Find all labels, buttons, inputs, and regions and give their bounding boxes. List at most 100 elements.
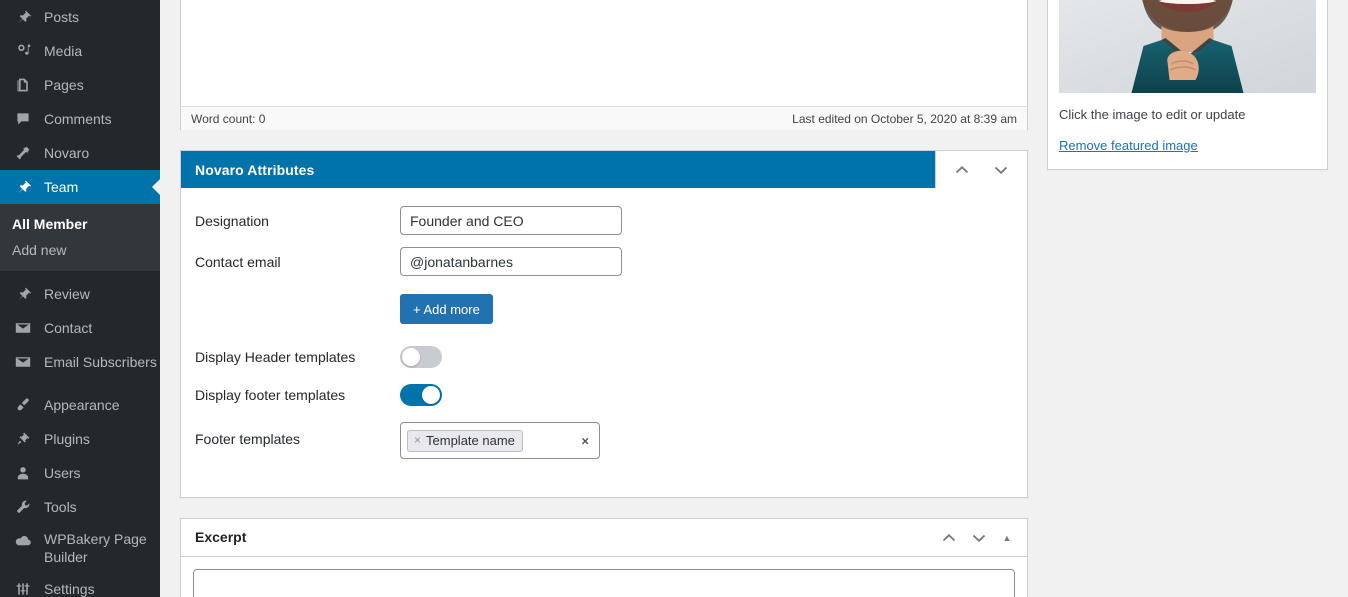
novaro-panel-body: Designation Contact email + Add more Dis… <box>181 188 1027 497</box>
pin-icon <box>12 7 34 27</box>
sidebar-item-media[interactable]: Media <box>0 34 160 68</box>
editor-status-bar: Word count: 0 Last edited on October 5, … <box>181 106 1027 130</box>
submenu-item-label: All Member <box>12 216 88 232</box>
designation-input[interactable] <box>400 206 622 235</box>
last-edited-label: Last edited on October 5, 2020 at 8:39 a… <box>792 111 1017 126</box>
contact-email-input[interactable] <box>400 247 622 276</box>
display-footer-templates-toggle[interactable] <box>400 384 442 406</box>
submenu-item-label: Add new <box>12 242 67 258</box>
media-icon <box>12 41 34 61</box>
sidebar-item-team[interactable]: Team <box>0 170 160 204</box>
admin-sidebar-menu: Posts Media Pages Comments Novaro Team A… <box>0 0 160 597</box>
excerpt-panel-header: Excerpt ▲ <box>181 519 1027 557</box>
featured-image-panel: Click the image to edit or update Remove… <box>1047 0 1328 170</box>
display-header-templates-row: Display Header templates <box>195 346 1013 368</box>
sidebar-item-label: WPBakery Page Builder <box>44 531 147 566</box>
pin-icon <box>12 284 34 304</box>
sidebar-item-label: Pages <box>44 76 84 93</box>
display-footer-templates-label: Display footer templates <box>195 387 346 403</box>
excerpt-textarea[interactable] <box>193 569 1015 597</box>
footer-templates-row: Footer templates × Template name × <box>195 422 1013 459</box>
comment-icon <box>12 109 34 129</box>
add-more-row: + Add more <box>195 294 1013 324</box>
pin-icon <box>12 177 34 197</box>
sidebar-item-label: Settings <box>44 580 95 597</box>
footer-template-tag-label: Template name <box>426 432 515 448</box>
sidebar-item-review[interactable]: Review <box>0 277 160 311</box>
chevron-down-icon[interactable] <box>991 160 1011 180</box>
novaro-panel-header: Novaro Attributes <box>181 151 1027 188</box>
sidebar-item-label: Tools <box>44 498 77 515</box>
post-editor-box: Word count: 0 Last edited on October 5, … <box>180 0 1028 130</box>
submenu-item-all-member[interactable]: All Member <box>0 211 160 237</box>
footer-template-tag[interactable]: × Template name <box>407 429 523 452</box>
excerpt-panel: Excerpt ▲ Excerpts are opti <box>180 518 1028 597</box>
sidebar-item-label: Comments <box>44 110 112 127</box>
excerpt-panel-controls: ▲ <box>939 528 1015 548</box>
contact-email-field-row: Contact email <box>195 247 1013 276</box>
sidebar-item-posts[interactable]: Posts <box>0 0 160 34</box>
post-editor-textarea[interactable] <box>181 0 1027 106</box>
cloud-icon <box>12 531 34 551</box>
plug-icon <box>12 429 34 449</box>
close-icon[interactable]: × <box>414 433 421 447</box>
clear-icon[interactable]: × <box>581 433 589 448</box>
sidebar-item-plugins[interactable]: Plugins <box>0 422 160 456</box>
envelope-icon <box>12 352 34 372</box>
chevron-up-icon[interactable] <box>952 160 972 180</box>
excerpt-panel-body <box>181 557 1027 597</box>
envelope-icon <box>12 318 34 338</box>
display-header-templates-toggle[interactable] <box>400 346 442 368</box>
chevron-up-icon[interactable] <box>939 528 959 548</box>
sidebar-item-tools[interactable]: Tools <box>0 490 160 524</box>
sidebar-item-novaro[interactable]: Novaro <box>0 136 160 170</box>
excerpt-panel-title: Excerpt <box>195 528 247 545</box>
featured-image-graphic <box>1059 0 1316 93</box>
triangle-up-icon[interactable]: ▲ <box>999 533 1015 543</box>
display-footer-templates-row: Display footer templates <box>195 384 1013 406</box>
novaro-panel-controls <box>935 151 1027 188</box>
designation-field-row: Designation <box>195 206 1013 235</box>
remove-featured-image-link[interactable]: Remove featured image <box>1059 138 1198 153</box>
sidebar-separator <box>0 379 160 388</box>
sidebar-item-label: Team <box>44 178 79 195</box>
submenu-item-add-new[interactable]: Add new <box>0 237 160 263</box>
wordpress-admin-screen: Posts Media Pages Comments Novaro Team A… <box>0 0 1348 597</box>
sidebar-item-label: Appearance <box>44 396 120 413</box>
toggle-knob <box>402 348 420 366</box>
sidebar-item-settings[interactable]: Settings <box>0 572 160 597</box>
display-header-templates-label: Display Header templates <box>195 349 356 365</box>
user-icon <box>12 463 34 483</box>
chevron-down-icon[interactable] <box>969 528 989 548</box>
add-more-button[interactable]: + Add more <box>400 294 493 324</box>
post-sidebar-column: Click the image to edit or update Remove… <box>1047 0 1328 190</box>
footer-templates-select[interactable]: × Template name × <box>400 422 600 459</box>
sidebar-item-wpbakery-page-builder[interactable]: WPBakery Page Builder <box>0 524 160 572</box>
sidebar-item-label: Plugins <box>44 430 90 447</box>
pages-icon <box>12 75 34 95</box>
featured-image-caption: Click the image to edit or update <box>1059 107 1246 122</box>
featured-image-thumbnail[interactable] <box>1059 0 1316 93</box>
sidebar-item-label: Review <box>44 285 90 302</box>
sidebar-item-users[interactable]: Users <box>0 456 160 490</box>
sidebar-item-appearance[interactable]: Appearance <box>0 388 160 422</box>
team-submenu: All Member Add new <box>0 204 160 271</box>
featured-image-inner: Click the image to edit or update Remove… <box>1048 0 1327 169</box>
sidebar-item-pages[interactable]: Pages <box>0 68 160 102</box>
sidebar-item-email-subscribers[interactable]: Email Subscribers <box>0 345 160 379</box>
sidebar-item-label: Posts <box>44 8 80 25</box>
footer-templates-label: Footer templates <box>195 431 301 447</box>
sidebar-item-label: Contact <box>44 319 93 336</box>
contact-email-label: Contact email <box>195 253 281 270</box>
post-content-column: Word count: 0 Last edited on October 5, … <box>180 0 1028 597</box>
brush-icon <box>12 395 34 415</box>
sidebar-item-label: Media <box>44 42 83 59</box>
toggle-knob <box>422 386 440 404</box>
sidebar-item-comments[interactable]: Comments <box>0 102 160 136</box>
sidebar-item-label: Email Subscribers <box>44 353 157 370</box>
wrench-icon <box>12 497 34 517</box>
sidebar-item-contact[interactable]: Contact <box>0 311 160 345</box>
sidebar-item-label: Users <box>44 464 81 481</box>
hammer-icon <box>12 143 34 163</box>
sidebar-item-label: Novaro <box>44 144 90 161</box>
